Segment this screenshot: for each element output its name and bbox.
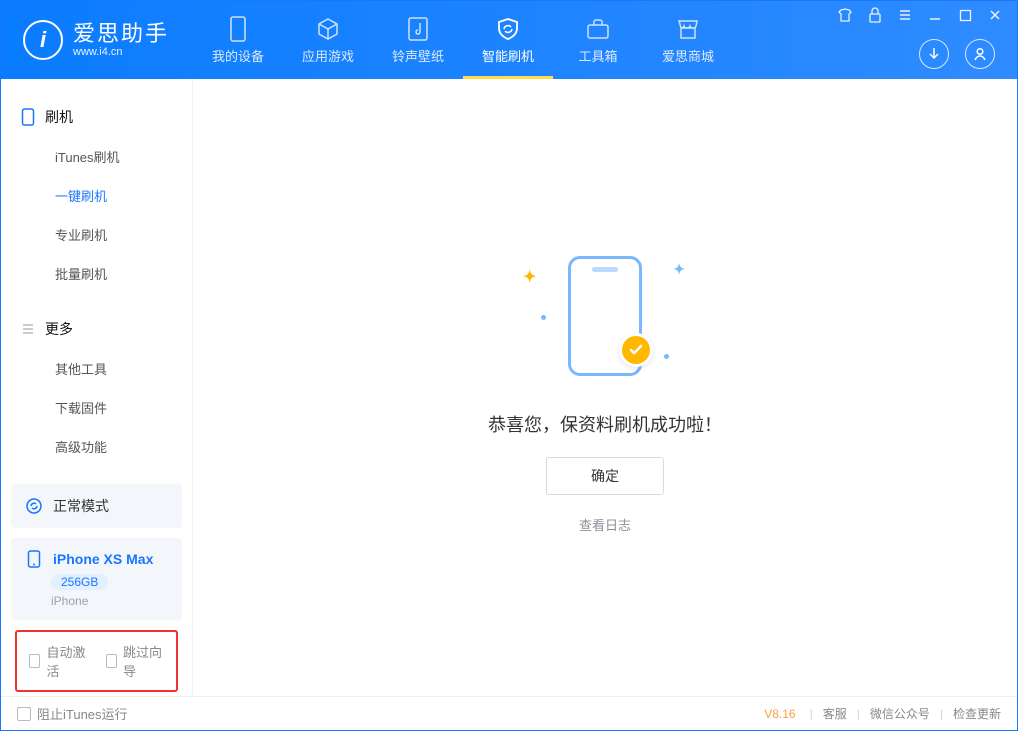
checkbox-skip-guide[interactable]: 跳过向导: [106, 642, 165, 680]
phone-outline-icon: [21, 108, 35, 126]
sidebar: 刷机 iTunes刷机 一键刷机 专业刷机 批量刷机 更多 其他工具 下载固件 …: [1, 79, 193, 696]
version-label: V8.16: [764, 707, 795, 721]
mode-label: 正常模式: [53, 496, 109, 516]
footer: 阻止iTunes运行 V8.16 | 客服 | 微信公众号 | 检查更新: [1, 696, 1017, 730]
maximize-icon[interactable]: [957, 7, 973, 23]
sidebar-item-pro-flash[interactable]: 专业刷机: [1, 215, 192, 254]
device-name: iPhone XS Max: [53, 551, 153, 567]
window-controls: [837, 7, 1003, 23]
sidebar-heading-more: 更多: [1, 309, 192, 349]
logo[interactable]: i 爱思助手 www.i4.cn: [23, 20, 193, 60]
checkbox-auto-activate[interactable]: 自动激活: [29, 642, 88, 680]
list-icon: [21, 322, 35, 336]
sidebar-section-more: 更多 其他工具 下载固件 高级功能: [1, 301, 192, 474]
sidebar-bottom: 正常模式 iPhone XS Max 256GB iPhone 自动激活: [1, 474, 192, 702]
checkbox-stop-itunes[interactable]: 阻止iTunes运行: [17, 704, 128, 723]
nav-ringtones-wallpapers[interactable]: 铃声壁纸: [373, 1, 463, 79]
sidebar-item-itunes-flash[interactable]: iTunes刷机: [1, 137, 192, 176]
sidebar-section-flash: 刷机 iTunes刷机 一键刷机 专业刷机 批量刷机: [1, 89, 192, 301]
nav-label: 工具箱: [578, 46, 617, 65]
nav-toolbox[interactable]: 工具箱: [553, 1, 643, 79]
nav-label: 应用游戏: [302, 46, 354, 65]
sparkle-icon: ✦: [523, 267, 536, 287]
top-nav: 我的设备 应用游戏 铃声壁纸 智能刷机 工具箱 爱思商城: [193, 1, 733, 79]
checkmark-badge-icon: [619, 333, 653, 367]
minimize-icon[interactable]: [927, 7, 943, 23]
dot-icon: [541, 315, 546, 320]
sidebar-item-oneclick-flash[interactable]: 一键刷机: [1, 176, 192, 215]
mode-card[interactable]: 正常模式: [11, 484, 182, 528]
music-note-icon: [405, 16, 431, 42]
main-content: ✦ ✦ 恭喜您，保资料刷机成功啦！ 确定 查看日志: [193, 79, 1017, 696]
nav-apps-games[interactable]: 应用游戏: [283, 1, 373, 79]
sync-icon: [25, 497, 43, 515]
lock-icon[interactable]: [867, 7, 883, 23]
toolbox-icon: [585, 16, 611, 42]
ok-button[interactable]: 确定: [546, 457, 664, 495]
nav-label: 我的设备: [212, 46, 264, 65]
checkbox-icon: [29, 654, 40, 668]
close-icon[interactable]: [987, 7, 1003, 23]
footer-link-wechat[interactable]: 微信公众号: [870, 705, 930, 722]
view-log-link[interactable]: 查看日志: [579, 515, 631, 534]
sidebar-item-advanced[interactable]: 高级功能: [1, 427, 192, 466]
nav-smart-flash[interactable]: 智能刷机: [463, 1, 553, 79]
app-window: i 爱思助手 www.i4.cn 我的设备 应用游戏 铃声壁纸 智能刷机: [0, 0, 1018, 731]
success-message: 恭喜您，保资料刷机成功啦！: [488, 411, 722, 437]
nav-my-device[interactable]: 我的设备: [193, 1, 283, 79]
phone-icon: [225, 16, 251, 42]
plus-icon: ✦: [673, 261, 685, 278]
header-right: [919, 39, 995, 69]
body: 刷机 iTunes刷机 一键刷机 专业刷机 批量刷机 更多 其他工具 下载固件 …: [1, 79, 1017, 696]
footer-link-support[interactable]: 客服: [823, 705, 847, 722]
nav-label: 爱思商城: [662, 46, 714, 65]
device-storage-badge: 256GB: [51, 574, 108, 590]
checkbox-icon: [17, 707, 31, 721]
menu-icon[interactable]: [897, 7, 913, 23]
sidebar-heading-label: 更多: [45, 319, 73, 339]
checkbox-label: 阻止iTunes运行: [37, 704, 128, 723]
nav-label: 铃声壁纸: [392, 46, 444, 65]
logo-name: 爱思助手: [73, 22, 169, 46]
sidebar-item-other-tools[interactable]: 其他工具: [1, 349, 192, 388]
cube-icon: [315, 16, 341, 42]
download-button[interactable]: [919, 39, 949, 69]
device-type: iPhone: [51, 594, 168, 608]
nav-store[interactable]: 爱思商城: [643, 1, 733, 79]
shield-sync-icon: [495, 16, 521, 42]
checkbox-label: 自动激活: [46, 642, 87, 680]
sidebar-heading-label: 刷机: [45, 107, 73, 127]
checkbox-label: 跳过向导: [123, 642, 164, 680]
user-button[interactable]: [965, 39, 995, 69]
store-icon: [675, 16, 701, 42]
options-highlight-box: 自动激活 跳过向导: [15, 630, 178, 692]
nav-label: 智能刷机: [482, 46, 534, 65]
footer-link-update[interactable]: 检查更新: [953, 705, 1001, 722]
dot-icon: [664, 354, 669, 359]
device-phone-icon: [25, 550, 43, 568]
sidebar-heading-flash: 刷机: [1, 97, 192, 137]
logo-domain: www.i4.cn: [73, 46, 169, 58]
logo-icon: i: [23, 20, 63, 60]
shirt-icon[interactable]: [837, 7, 853, 23]
success-illustration: ✦ ✦: [505, 241, 705, 391]
sidebar-item-download-firmware[interactable]: 下载固件: [1, 388, 192, 427]
device-card[interactable]: iPhone XS Max 256GB iPhone: [11, 538, 182, 620]
header: i 爱思助手 www.i4.cn 我的设备 应用游戏 铃声壁纸 智能刷机: [1, 1, 1017, 79]
checkbox-icon: [106, 654, 117, 668]
sidebar-item-batch-flash[interactable]: 批量刷机: [1, 254, 192, 293]
